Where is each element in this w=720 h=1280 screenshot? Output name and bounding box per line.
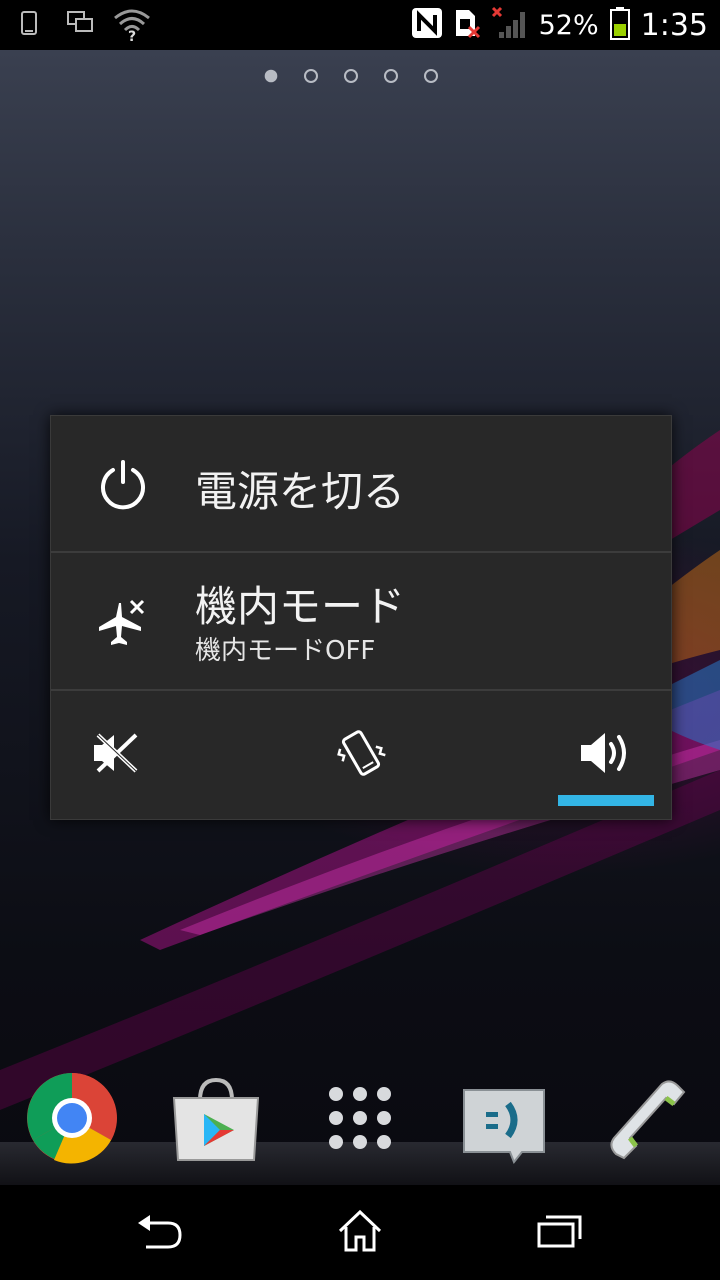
silent-icon	[92, 731, 140, 779]
vibrate-icon	[333, 725, 389, 785]
home-screen: ? 52% 1:35 電源を切る 機内モード 機内モードOFF	[0, 0, 720, 1280]
chrome-icon[interactable]	[24, 1070, 120, 1166]
phone-icon[interactable]	[600, 1070, 696, 1166]
vibrate-mode-button[interactable]	[306, 691, 416, 819]
messaging-icon[interactable]	[456, 1070, 552, 1166]
power-off-option[interactable]: 電源を切る	[51, 416, 671, 552]
clock: 1:35	[640, 7, 708, 43]
sound-mode-selector	[51, 691, 671, 819]
navigation-bar	[0, 1185, 720, 1280]
battery-icon	[609, 6, 631, 44]
page-dot	[424, 69, 438, 83]
status-bar: ? 52% 1:35	[0, 0, 720, 50]
power-options-dialog: 電源を切る 機内モード 機内モードOFF	[50, 415, 672, 820]
svg-text:?: ?	[128, 29, 136, 42]
back-icon	[134, 1211, 186, 1255]
page-dot	[264, 69, 278, 83]
volume-on-icon	[579, 730, 633, 780]
dock	[0, 1060, 720, 1185]
airplane-off-icon	[97, 597, 149, 649]
home-icon	[336, 1209, 384, 1257]
back-button[interactable]	[120, 1203, 200, 1263]
selected-sound-mode-indicator	[558, 795, 654, 806]
page-dot	[304, 69, 318, 83]
power-off-label: 電源を切る	[195, 467, 406, 516]
wifi-question-icon: ?	[112, 6, 152, 46]
power-icon	[97, 458, 149, 510]
airplane-mode-label: 機内モード	[195, 582, 406, 631]
home-button[interactable]	[320, 1203, 400, 1263]
phone-outline-icon	[20, 10, 40, 42]
page-indicator	[264, 69, 438, 83]
silent-mode-button[interactable]	[61, 691, 171, 819]
play-store-icon[interactable]	[168, 1070, 264, 1166]
signal-no-service-icon	[491, 6, 529, 44]
sim-missing-icon	[453, 7, 481, 43]
recents-icon	[536, 1213, 584, 1253]
nfc-icon	[411, 7, 443, 43]
app-drawer-icon[interactable]	[312, 1070, 408, 1166]
page-dot	[384, 69, 398, 83]
screen-mirror-icon	[66, 10, 96, 40]
battery-percent: 52%	[538, 9, 599, 41]
page-dot	[344, 69, 358, 83]
recents-button[interactable]	[520, 1203, 600, 1263]
airplane-mode-status: 機内モードOFF	[195, 636, 376, 666]
airplane-mode-option[interactable]: 機内モード 機内モードOFF	[51, 553, 671, 690]
